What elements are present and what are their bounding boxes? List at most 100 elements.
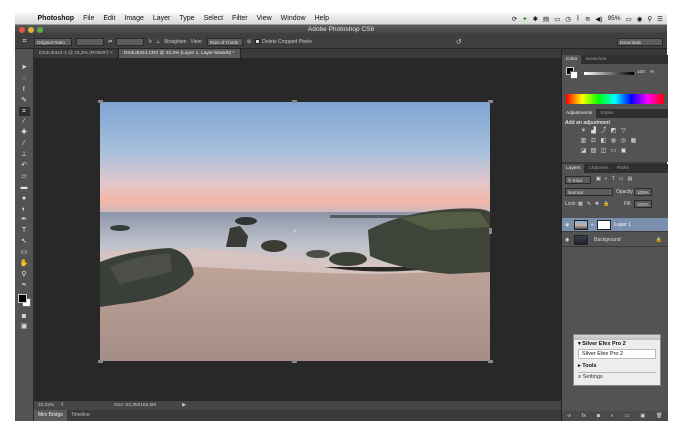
crop-handle-right[interactable] bbox=[489, 228, 492, 234]
crop-handle-bottom-right[interactable] bbox=[488, 360, 493, 363]
clear-icon[interactable]: ↻ bbox=[148, 39, 152, 45]
crop-handle-top[interactable] bbox=[292, 100, 297, 103]
crop-handle-bottom-left[interactable] bbox=[98, 360, 103, 363]
ratio-select[interactable]: Original Ratio bbox=[34, 37, 72, 46]
k-value[interactable]: 100 bbox=[637, 70, 645, 75]
layer-filter-kind[interactable]: ⚲ Kind bbox=[565, 176, 591, 184]
swap-icon[interactable]: ⇄ bbox=[108, 39, 112, 45]
bg-color-chip[interactable] bbox=[570, 71, 578, 79]
new-layer-icon[interactable]: ▣ bbox=[640, 413, 645, 419]
menu-help[interactable]: Help bbox=[310, 15, 333, 22]
brush-tool-icon[interactable]: ⁄ bbox=[19, 139, 30, 148]
delete-cropped-checkbox[interactable]: Delete Cropped Pixels bbox=[255, 39, 312, 45]
gradient-tool-icon[interactable]: ▬ bbox=[19, 183, 30, 192]
layer-thumbnail[interactable] bbox=[574, 219, 588, 230]
tab-color[interactable]: Color bbox=[562, 55, 582, 64]
gradient-map-icon[interactable]: ▭ bbox=[610, 148, 617, 155]
display-icon[interactable]: ▭ bbox=[554, 15, 560, 23]
new-group-icon[interactable]: ▭ bbox=[625, 413, 630, 419]
user-icon[interactable]: ◉ bbox=[637, 15, 643, 23]
tab-swatches[interactable]: Swatches bbox=[581, 55, 610, 64]
layer-thumbnail[interactable] bbox=[574, 234, 588, 245]
color-swatches[interactable] bbox=[17, 293, 31, 307]
tab-paths[interactable]: Paths bbox=[613, 164, 633, 173]
efex-tools-section[interactable]: ▸ Tools bbox=[574, 360, 660, 370]
zoom-tool-icon[interactable]: ⚲ bbox=[19, 270, 30, 279]
delete-layer-icon[interactable]: 🗑 bbox=[656, 413, 662, 419]
brightness-icon[interactable]: ☀ bbox=[580, 128, 587, 135]
visibility-eye-icon[interactable]: ◉ bbox=[565, 222, 571, 228]
quick-mask-icon[interactable]: ◙ bbox=[19, 312, 30, 321]
hand-tool-icon[interactable]: ✋ bbox=[19, 259, 30, 268]
menu-app[interactable]: Photoshop bbox=[33, 15, 79, 22]
straighten-label[interactable]: Straighten bbox=[164, 39, 187, 45]
black-white-icon[interactable]: ◧ bbox=[600, 138, 607, 145]
reset-icon[interactable]: ↺ bbox=[456, 38, 462, 46]
tab-adjustments[interactable]: Adjustments bbox=[562, 109, 597, 118]
color-lookup-icon[interactable]: ▦ bbox=[630, 138, 637, 145]
wireless-icon[interactable]: ✱ bbox=[533, 15, 538, 23]
status-menu-arrow-icon[interactable]: ▶ bbox=[182, 403, 186, 408]
tab-styles[interactable]: Styles bbox=[596, 109, 617, 118]
add-mask-icon[interactable]: ◙ bbox=[597, 413, 600, 419]
visibility-eye-icon[interactable]: ◉ bbox=[565, 237, 571, 243]
tab-layers[interactable]: Layers bbox=[562, 164, 585, 173]
type-tool-icon[interactable]: T bbox=[19, 226, 30, 235]
menu-window[interactable]: Window bbox=[276, 15, 310, 22]
menu-view[interactable]: View bbox=[252, 15, 276, 22]
close-window-button[interactable] bbox=[19, 27, 25, 33]
marquee-tool-icon[interactable]: ◌ bbox=[19, 74, 30, 83]
layer-row-background[interactable]: ◉ Background 🔒 bbox=[562, 233, 668, 247]
posterize-icon[interactable]: ▨ bbox=[590, 148, 597, 155]
photo-filter-icon[interactable]: ◍ bbox=[610, 138, 617, 145]
healing-brush-tool-icon[interactable]: ✚ bbox=[19, 128, 30, 137]
channel-mixer-icon[interactable]: ◎ bbox=[620, 138, 627, 145]
minimize-window-button[interactable] bbox=[28, 27, 34, 33]
efex-settings-button[interactable]: ≡ Settings bbox=[578, 372, 656, 380]
seascape-photo[interactable] bbox=[100, 102, 490, 361]
curves-icon[interactable]: ⤴ bbox=[600, 128, 607, 135]
workspace-select[interactable]: Essentials bbox=[617, 37, 663, 46]
sync-icon[interactable]: ⟳ bbox=[512, 15, 517, 23]
settings-gear-icon[interactable]: ⚙ bbox=[247, 39, 251, 45]
color-balance-icon[interactable]: ⚖ bbox=[590, 138, 597, 145]
history-brush-tool-icon[interactable]: ↶ bbox=[19, 161, 30, 170]
color-spectrum-bar[interactable] bbox=[566, 94, 664, 104]
menu-filter[interactable]: Filter bbox=[228, 15, 253, 22]
layer-mask-thumbnail[interactable] bbox=[597, 219, 612, 230]
tab-document-2[interactable]: DS3U5324.CR2 @ 33,3% (Layer 1, Layer Mas… bbox=[118, 49, 241, 58]
hue-sat-icon[interactable]: ▥ bbox=[580, 138, 587, 145]
path-select-tool-icon[interactable]: ↖ bbox=[19, 237, 30, 246]
spotlight-icon[interactable]: ⚲ bbox=[647, 15, 652, 23]
zoom-window-button[interactable] bbox=[37, 27, 43, 33]
fill-field[interactable]: 100% bbox=[634, 200, 652, 208]
eraser-tool-icon[interactable]: ▱ bbox=[19, 172, 30, 181]
k-slider[interactable] bbox=[584, 72, 634, 75]
selective-color-icon[interactable]: ▣ bbox=[620, 148, 627, 155]
notes-icon[interactable]: ▤ bbox=[543, 15, 549, 23]
tab-document-1[interactable]: DS3U5324-2 @ 33,3% (RGB/8*) × bbox=[34, 49, 119, 58]
efex-preset-button[interactable]: Silver Efex Pro 2 bbox=[578, 349, 656, 359]
link-layers-icon[interactable]: ∞ bbox=[567, 413, 571, 419]
export-icon[interactable]: ⇪ bbox=[60, 403, 64, 408]
layer-style-icon[interactable]: fx bbox=[582, 413, 586, 419]
menu-type[interactable]: Type bbox=[175, 15, 199, 22]
foreground-color-swatch[interactable] bbox=[17, 293, 27, 303]
evernote-icon[interactable]: ✦ bbox=[522, 15, 527, 23]
layer-name[interactable]: Background bbox=[594, 237, 621, 243]
canvas-area[interactable] bbox=[34, 58, 561, 401]
lasso-tool-icon[interactable]: ℓ bbox=[19, 85, 30, 94]
shape-tool-icon[interactable]: ▭ bbox=[19, 248, 30, 257]
opacity-field[interactable]: 100% bbox=[634, 188, 652, 196]
layer-name[interactable]: Layer 1 bbox=[614, 222, 631, 228]
menu-layer[interactable]: Layer bbox=[148, 15, 175, 22]
blur-tool-icon[interactable]: ● bbox=[19, 194, 30, 203]
zoom-level[interactable]: 33,33% bbox=[38, 403, 54, 408]
menu-select[interactable]: Select bbox=[199, 15, 227, 22]
levels-icon[interactable]: ▟ bbox=[590, 128, 597, 135]
swap-colors-icon[interactable]: ⇆ bbox=[19, 281, 30, 290]
view-select[interactable]: Rule of Thirds bbox=[206, 37, 243, 46]
dodge-tool-icon[interactable]: ◐ bbox=[19, 205, 30, 214]
quick-select-tool-icon[interactable]: ✎ bbox=[19, 96, 30, 105]
blend-mode-select[interactable]: Normal bbox=[565, 188, 613, 196]
